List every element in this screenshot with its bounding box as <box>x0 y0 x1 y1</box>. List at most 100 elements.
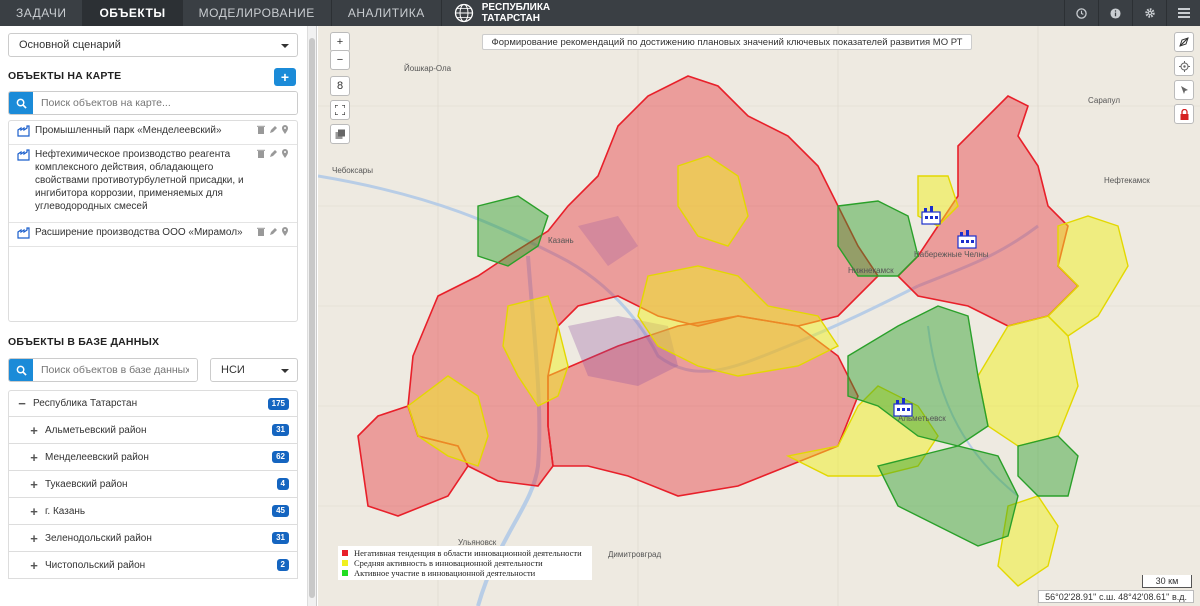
layers-icon[interactable] <box>330 124 350 144</box>
globe-icon <box>454 3 473 23</box>
expand-icon[interactable]: + <box>29 450 39 465</box>
place-label: Димитровград <box>608 550 662 559</box>
locate-icon[interactable] <box>1174 56 1194 76</box>
collapse-icon[interactable]: − <box>17 396 27 411</box>
place-label: Нижнекамск <box>848 266 894 275</box>
map-canvas[interactable] <box>318 26 1200 606</box>
count-badge: 31 <box>272 424 289 436</box>
tree-node[interactable]: + Чистопольский район 2 <box>8 552 298 579</box>
factory-icon <box>17 125 30 137</box>
tab-objects[interactable]: ОБЪЕКТЫ <box>83 0 183 26</box>
chevron-down-icon <box>281 369 289 373</box>
tree-node[interactable]: + г. Казань 45 <box>8 498 298 525</box>
zoom-in-button[interactable]: + <box>330 32 350 52</box>
menu-icon[interactable] <box>1166 0 1200 26</box>
tree-node-label: Чистопольский район <box>45 559 146 571</box>
list-item[interactable]: Промышленный парк «Менделеевский» <box>9 121 297 145</box>
panel-scrollbar[interactable] <box>308 26 317 606</box>
legend-item: Средняя активность в инновационной деяте… <box>342 558 588 568</box>
cursor-coordinates: 56°02'28.91'' с.ш. 48°42'08.61'' в.д. <box>1038 590 1194 603</box>
add-object-button[interactable]: + <box>274 68 296 86</box>
list-item-label: Промышленный парк «Менделеевский» <box>35 125 222 136</box>
pencil-icon[interactable] <box>269 125 277 134</box>
place-label: Набережные Челны <box>914 250 989 259</box>
scenario-value: Основной сценарий <box>19 39 121 51</box>
scenario-select[interactable]: Основной сценарий <box>8 33 298 57</box>
db-search <box>8 358 198 382</box>
place-label: Чебоксары <box>332 166 373 175</box>
trash-icon[interactable] <box>257 125 265 134</box>
info-icon[interactable] <box>1098 0 1132 26</box>
map-search <box>8 91 298 115</box>
location-pin-icon[interactable] <box>281 227 289 236</box>
tree-node-label: Зеленодольский район <box>45 532 152 544</box>
tree-node-label: Тукаевский район <box>45 478 128 490</box>
legend-item: Негативная тенденция в области инновацио… <box>342 548 588 558</box>
tree-node[interactable]: + Альметьевский район 31 <box>8 417 298 444</box>
map-scale: 30 км <box>1142 575 1192 588</box>
expand-icon[interactable]: + <box>29 423 39 438</box>
tree-node[interactable]: − Республика Татарстан 175 <box>8 390 298 417</box>
brand-logo: РЕСПУБЛИКА ТАТАРСТАН <box>442 0 562 26</box>
map-title: Формирование рекомендаций по достижению … <box>482 34 972 50</box>
expand-icon[interactable]: + <box>29 531 39 546</box>
tree-node-label: Республика Татарстан <box>33 398 138 409</box>
tab-modeling[interactable]: МОДЕЛИРОВАНИЕ <box>183 0 332 26</box>
legend-item: Активное участие в инновационной деятель… <box>342 568 588 578</box>
count-badge: 175 <box>267 398 289 410</box>
expand-icon[interactable]: + <box>29 477 39 492</box>
zoom-out-button[interactable]: − <box>330 50 350 70</box>
tree-node[interactable]: + Менделеевский район 62 <box>8 444 298 471</box>
shape-icon[interactable] <box>1174 32 1194 52</box>
cursor-icon[interactable] <box>1174 80 1194 100</box>
list-item[interactable]: Нефтехимическое производство реагента ко… <box>9 145 297 223</box>
lock-icon[interactable] <box>1174 104 1194 124</box>
db-filter-select[interactable]: НСИ <box>210 358 298 382</box>
chevron-down-icon <box>281 44 289 48</box>
left-panel: Основной сценарий ОБЪЕКТЫ НА КАРТЕ + Про… <box>0 26 308 606</box>
db-filter-value: НСИ <box>221 364 245 376</box>
factory-icon <box>17 149 30 161</box>
count-badge: 31 <box>272 532 289 544</box>
search-icon[interactable] <box>9 92 33 114</box>
tab-analytics[interactable]: АНАЛИТИКА <box>332 0 442 26</box>
trash-icon[interactable] <box>257 227 265 236</box>
count-badge: 4 <box>276 478 289 490</box>
place-label: Сарапул <box>1088 96 1121 105</box>
place-label: Казань <box>548 236 574 245</box>
location-pin-icon[interactable] <box>281 125 289 134</box>
tree-node-label: г. Казань <box>45 505 86 517</box>
map-objects-title: ОБЪЕКТЫ НА КАРТЕ <box>8 70 122 82</box>
legend-label: Негативная тенденция в области инновацио… <box>354 548 582 558</box>
count-badge: 2 <box>276 559 289 571</box>
legend-label: Средняя активность в инновационной деяте… <box>354 558 543 568</box>
expand-icon[interactable]: + <box>29 504 39 519</box>
trash-icon[interactable] <box>257 149 265 158</box>
place-label: Йошкар-Ола <box>404 64 452 73</box>
count-badge: 45 <box>272 505 289 517</box>
pencil-icon[interactable] <box>269 149 277 158</box>
tab-tasks[interactable]: ЗАДАЧИ <box>0 0 84 26</box>
map-search-input[interactable] <box>33 92 297 114</box>
brand-line2: ТАТАРСТАН <box>481 13 540 24</box>
top-navigation: ЗАДАЧИ ОБЪЕКТЫ МОДЕЛИРОВАНИЕ АНАЛИТИКА Р… <box>0 0 1200 26</box>
zoom-level: 8 <box>330 76 350 96</box>
fullscreen-icon[interactable] <box>330 100 350 120</box>
count-badge: 62 <box>272 451 289 463</box>
tree-node-label: Альметьевский район <box>45 424 147 436</box>
expand-icon[interactable]: + <box>29 558 39 573</box>
pencil-icon[interactable] <box>269 227 277 236</box>
list-item-label: Нефтехимическое производство реагента ко… <box>35 149 244 212</box>
map-objects-list: Промышленный парк «Менделеевский» Нефтех… <box>8 120 298 322</box>
brand-line1: РЕСПУБЛИКА <box>481 2 551 13</box>
search-icon[interactable] <box>9 359 33 381</box>
map-view[interactable]: Чебоксары Казань Набережные Челны Нижнек… <box>318 26 1200 606</box>
tree-node[interactable]: + Тукаевский район 4 <box>8 471 298 498</box>
db-search-input[interactable] <box>33 359 197 381</box>
place-label: Альметьевск <box>898 414 946 423</box>
gear-icon[interactable] <box>1132 0 1166 26</box>
list-item[interactable]: Расширение производства ООО «Мирамол» <box>9 223 297 247</box>
clock-icon[interactable] <box>1064 0 1098 26</box>
location-pin-icon[interactable] <box>281 149 289 158</box>
tree-node[interactable]: + Зеленодольский район 31 <box>8 525 298 552</box>
